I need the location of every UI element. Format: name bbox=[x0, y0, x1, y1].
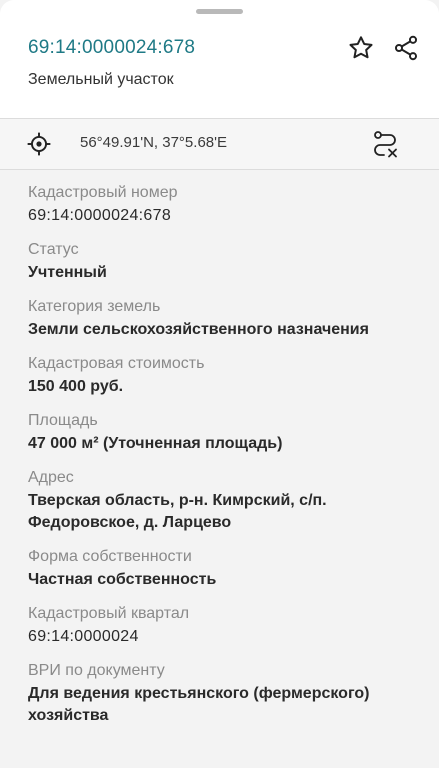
drag-handle[interactable] bbox=[196, 9, 243, 14]
route-icon[interactable] bbox=[369, 128, 401, 160]
field-value: Для ведения крестьянского (фермерского) … bbox=[28, 685, 370, 724]
field-address: Адрес Тверская область, р-н. Кимрский, с… bbox=[28, 467, 428, 534]
share-button[interactable] bbox=[391, 33, 421, 63]
field-label: Кадастровая стоимость bbox=[28, 355, 205, 372]
object-type: Земельный участок bbox=[28, 71, 174, 88]
coordinates-text[interactable]: 56°49.91'N, 37°5.68'E bbox=[80, 134, 227, 151]
sheet-header: 69:14:0000024:678 Земельный участок bbox=[0, 0, 439, 118]
location-target-icon[interactable] bbox=[26, 131, 52, 157]
field-area: Площадь 47 000 м² (Уточненная площадь) bbox=[28, 410, 428, 455]
field-status: Статус Учтенный bbox=[28, 239, 428, 284]
field-label: ВРИ по документу bbox=[28, 662, 165, 679]
field-label: Категория земель bbox=[28, 298, 161, 315]
field-label: Кадастровый номер bbox=[28, 184, 178, 201]
field-label: Статус bbox=[28, 241, 79, 258]
field-land-category: Категория земель Земли сельскохозяйствен… bbox=[28, 296, 428, 341]
field-cadastral-cost: Кадастровая стоимость 150 400 руб. bbox=[28, 353, 428, 398]
field-value: Тверская область, р-н. Кимрский, с/п. Фе… bbox=[28, 492, 327, 531]
field-value[interactable]: 69:14:0000024:678 bbox=[28, 205, 428, 227]
field-label: Адрес bbox=[28, 469, 74, 486]
field-value: 47 000 м² (Уточненная площадь) bbox=[28, 435, 283, 452]
field-label: Форма собственности bbox=[28, 548, 192, 565]
bottom-sheet: 69:14:0000024:678 Земельный участок 56°4… bbox=[0, 0, 439, 768]
field-cadastral-number: Кадастровый номер 69:14:0000024:678 bbox=[28, 182, 428, 227]
field-value: Учтенный bbox=[28, 264, 107, 281]
property-details: Кадастровый номер 69:14:0000024:678 Стат… bbox=[28, 182, 428, 739]
star-icon bbox=[349, 36, 373, 59]
field-permitted-use: ВРИ по документу Для ведения крестьянско… bbox=[28, 660, 428, 727]
favorite-button[interactable] bbox=[346, 33, 376, 63]
share-icon bbox=[394, 35, 418, 61]
field-value: Частная собственность bbox=[28, 571, 217, 588]
field-cadastral-quarter: Кадастровый квартал 69:14:0000024 bbox=[28, 603, 428, 648]
coordinates-bar: 56°49.91'N, 37°5.68'E bbox=[0, 118, 439, 170]
field-value: 150 400 руб. bbox=[28, 378, 124, 395]
field-value[interactable]: 69:14:0000024 bbox=[28, 626, 428, 648]
field-ownership: Форма собственности Частная собственност… bbox=[28, 546, 428, 591]
field-label: Кадастровый квартал bbox=[28, 605, 190, 622]
field-value: Земли сельскохозяйственного назначения bbox=[28, 321, 369, 338]
field-label: Площадь bbox=[28, 412, 98, 429]
cadastral-number-title[interactable]: 69:14:0000024:678 bbox=[28, 37, 195, 59]
